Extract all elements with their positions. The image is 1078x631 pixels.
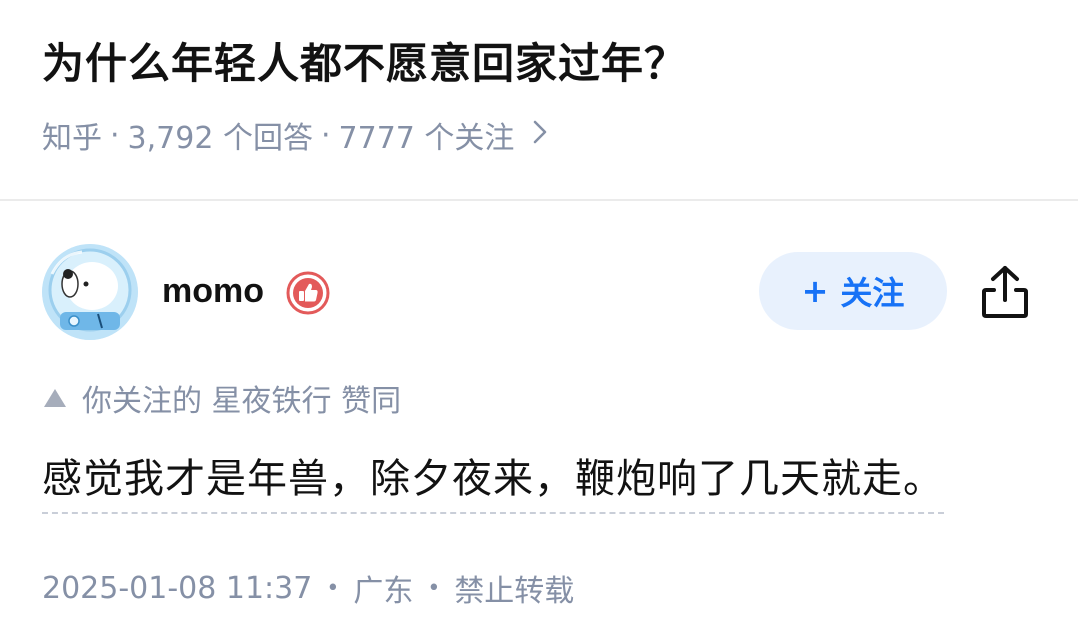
footer-dot: •: [427, 575, 441, 601]
share-icon[interactable]: [974, 262, 1036, 324]
section-divider: [0, 199, 1078, 201]
source-label: 知乎: [42, 121, 102, 156]
author-name[interactable]: momo: [162, 272, 264, 311]
question-title[interactable]: 为什么年轻人都不愿意回家过年？: [42, 30, 687, 91]
follow-button[interactable]: + 关注: [759, 252, 947, 330]
question-meta[interactable]: 知乎 · 3,792 个回答 · 7777 个关注: [42, 113, 548, 157]
astronaut-dog-avatar-icon: [42, 244, 138, 340]
answer-content[interactable]: 感觉我才是年兽，除夕夜来，鞭炮响了几天就走。: [42, 446, 944, 514]
answer-timestamp: 2025-01-08 11:37: [42, 570, 313, 606]
endorsement-line[interactable]: 你关注的 星夜铁行 赞同: [42, 376, 401, 420]
plus-icon: +: [801, 272, 829, 310]
follow-label: 关注: [840, 274, 905, 312]
followers-count: 7777 个关注: [338, 121, 515, 156]
answers-count: 3,792 个回答: [127, 121, 313, 156]
author-avatar[interactable]: [42, 244, 138, 340]
repost-policy: 禁止转载: [454, 574, 575, 609]
chevron-right-icon[interactable]: [532, 118, 548, 153]
thumbs-up-badge-icon: [286, 271, 330, 315]
footer-dot: •: [326, 575, 340, 601]
zhihu-answer-page: 为什么年轻人都不愿意回家过年？ 知乎 · 3,792 个回答 · 7777 个关…: [0, 0, 1078, 631]
answer-location: 广东: [353, 574, 414, 609]
meta-separator: ·: [110, 117, 120, 153]
endorsement-text: 你关注的 星夜铁行 赞同: [82, 384, 402, 419]
triangle-up-icon: [44, 389, 66, 407]
meta-separator: ·: [320, 117, 331, 153]
answer-footer: 2025-01-08 11:37 • 广东 • 禁止转载: [42, 566, 574, 610]
